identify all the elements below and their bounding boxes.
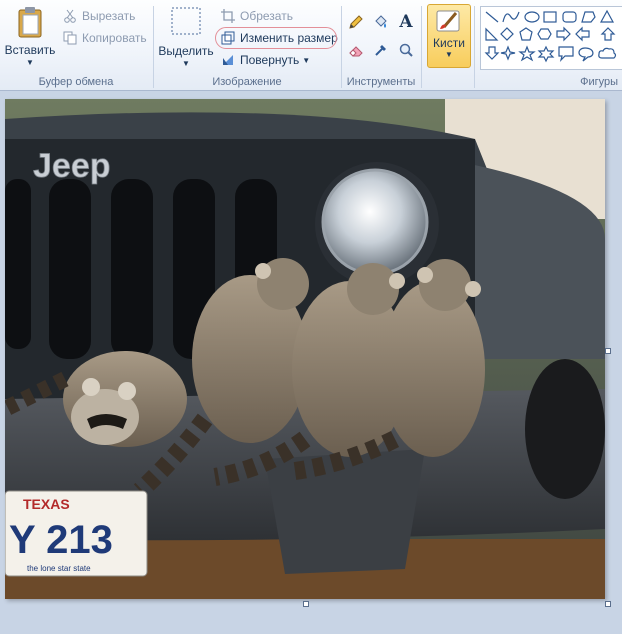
- select-label: Выделить: [158, 44, 214, 58]
- cloud-shape-icon: [598, 47, 617, 59]
- pencil-icon[interactable]: [346, 12, 366, 32]
- image-canvas[interactable]: Jeep TEXAS Y 213 the lone star state: [5, 99, 605, 599]
- brush-icon: [436, 10, 460, 32]
- chevron-down-icon[interactable]: ▼: [4, 58, 56, 67]
- rotate-label: Повернуть: [240, 53, 300, 67]
- crop-icon: [220, 8, 236, 24]
- rounded-rectangle-shape-icon: [562, 11, 577, 23]
- tools-group: A Инструменты: [342, 0, 420, 90]
- curve-shape-icon: [502, 11, 520, 23]
- text-tool-icon[interactable]: A: [396, 12, 416, 32]
- fill-bucket-icon[interactable]: [371, 12, 391, 32]
- clipboard-icon: [18, 7, 42, 38]
- clipboard-group: Вставить ▼ Вырезать Копировать Буфер обм…: [0, 0, 152, 90]
- magnifier-icon[interactable]: [396, 40, 416, 60]
- hexagon-shape-icon: [537, 28, 552, 40]
- triangle-shape-icon: [599, 9, 615, 23]
- resize-handle-right[interactable]: [605, 348, 611, 354]
- line-shape-icon: [485, 11, 499, 23]
- oval-shape-icon: [524, 11, 540, 23]
- star5-shape-icon: [518, 45, 536, 62]
- polygon-shape-icon: [581, 11, 596, 23]
- shapes-group-label: Фигуры: [580, 76, 618, 88]
- scissors-icon: [62, 8, 78, 24]
- arrow-left-shape-icon: [575, 26, 590, 42]
- image-group-label: Изображение: [212, 76, 282, 88]
- star6-shape-icon: [537, 45, 555, 63]
- arrow-down-shape-icon: [484, 46, 500, 60]
- copy-label: Копировать: [82, 31, 147, 45]
- cut-label: Вырезать: [82, 9, 136, 23]
- chevron-down-icon[interactable]: ▼: [302, 56, 310, 65]
- clipboard-group-label: Буфер обмена: [38, 76, 114, 88]
- star4-shape-icon: [500, 45, 516, 61]
- plate-number: Y 213: [9, 518, 113, 562]
- tools-group-label: Инструменты: [346, 76, 416, 88]
- arrow-right-shape-icon: [556, 26, 571, 42]
- resize-handle-bottom[interactable]: [303, 601, 309, 607]
- brushes-button[interactable]: Кисти ▼: [427, 4, 471, 68]
- separator: [421, 6, 422, 88]
- shapes-gallery: [480, 6, 622, 70]
- pentagon-shape-icon: [519, 27, 533, 41]
- chevron-down-icon[interactable]: ▼: [428, 50, 470, 59]
- separator: [474, 6, 475, 88]
- chevron-down-icon[interactable]: ▼: [158, 59, 214, 68]
- plate-state: TEXAS: [23, 496, 70, 512]
- right-triangle-shape-icon: [485, 27, 499, 41]
- selection-icon: [171, 7, 201, 35]
- select-button[interactable]: Выделить ▼: [158, 6, 214, 68]
- diamond-shape-icon: [500, 27, 514, 41]
- color-picker-icon[interactable]: [371, 40, 391, 60]
- crop-button[interactable]: Обрезать: [220, 6, 293, 26]
- plate-footer: the lone star state: [27, 564, 91, 573]
- raccoons-on-jeep-photo: Jeep TEXAS Y 213 the lone star state: [5, 99, 605, 599]
- rotate-button[interactable]: Повернуть ▼: [220, 50, 310, 70]
- canvas-area[interactable]: Jeep TEXAS Y 213 the lone star state: [0, 91, 622, 634]
- resize-handle-corner[interactable]: [605, 601, 611, 607]
- copy-button[interactable]: Копировать: [62, 28, 147, 48]
- eraser-icon[interactable]: [346, 40, 366, 60]
- license-plate: TEXAS Y 213 the lone star state: [5, 490, 148, 577]
- ribbon: Вставить ▼ Вырезать Копировать Буфер обм…: [0, 0, 622, 91]
- brushes-label: Кисти: [433, 36, 465, 50]
- rotate-icon: [220, 52, 236, 68]
- rectangle-shape-icon: [543, 11, 557, 23]
- copy-icon: [62, 30, 78, 46]
- callout-rect-shape-icon: [558, 46, 574, 62]
- arrow-up-shape-icon: [600, 27, 616, 41]
- crop-label: Обрезать: [240, 9, 293, 23]
- paste-button[interactable]: Вставить ▼: [4, 6, 56, 67]
- paste-label: Вставить: [4, 43, 56, 57]
- cut-button[interactable]: Вырезать: [62, 6, 135, 26]
- callout-oval-shape-icon: [578, 47, 594, 62]
- resize-highlight-oval: [215, 27, 337, 49]
